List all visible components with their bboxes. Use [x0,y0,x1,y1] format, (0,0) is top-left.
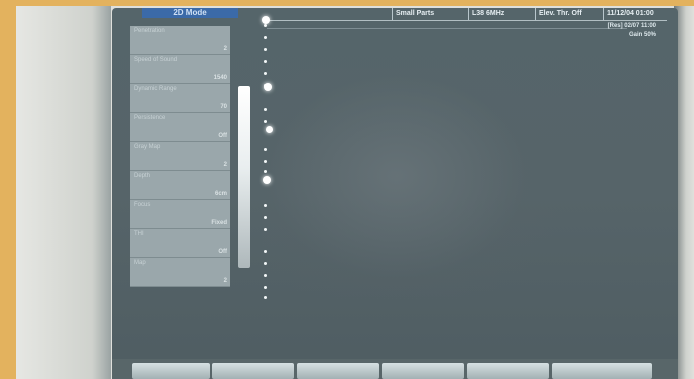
param-value: 6cm [214,191,227,197]
param-penetration[interactable]: Penetration 2 [130,26,230,55]
grayscale-bar [238,86,250,268]
softkey-button-3[interactable] [297,363,379,379]
depth-tick [264,160,267,163]
info-line-2: Gain 50% [628,32,656,38]
depth-tick [264,108,267,111]
softkey-button-1[interactable] [132,363,210,379]
focus-marker [266,126,273,133]
softkey-bar [112,359,678,379]
depth-tick [264,250,267,253]
depth-tick [264,170,267,173]
param-value: Fixed [211,220,227,226]
param-label: THI [134,231,144,237]
param-label: Gray Map [134,144,161,150]
param-value: 1540 [213,75,227,81]
monitor-bezel-shadow [16,6,111,379]
depth-tick [264,286,267,289]
info-line-1: [Res] 02/07 11:00 [607,23,656,29]
focus-marker [263,176,271,184]
param-map[interactable]: Map 2 [130,258,230,287]
param-value: 70 [220,104,227,110]
header-divider [267,20,667,21]
param-label: Depth [134,173,151,179]
param-gray-map[interactable]: Gray Map 2 [130,142,230,171]
depth-tick [264,48,267,51]
parameter-panel: Penetration 2 Speed of Sound 1540 Dynami… [130,26,230,287]
depth-tick [264,72,267,75]
param-thi[interactable]: THI Off [130,229,230,258]
ultrasound-screen: 2D Mode Small Parts L38 6MHz Elev. Thr. … [112,8,678,379]
depth-tick [264,228,267,231]
softkey-button-4[interactable] [382,363,464,379]
depth-tick [264,148,267,151]
elevation-label: Elev. Thr. Off [535,8,585,20]
param-value: Off [218,249,227,255]
focus-marker [264,83,272,91]
param-value: 2 [223,162,227,168]
depth-tick [264,120,267,123]
header-divider-faint [267,28,627,29]
depth-tick [264,60,267,63]
probe-label: L38 6MHz [468,8,507,20]
param-value: Off [218,133,227,139]
param-focus[interactable]: Focus Fixed [130,200,230,229]
depth-scale [262,18,272,299]
param-label: Focus [134,202,151,208]
datetime-label: 11/12/04 01:00 [603,8,657,20]
mode-tab[interactable]: 2D Mode [142,8,238,18]
depth-tick [264,274,267,277]
focus-marker [262,16,270,24]
depth-tick [264,216,267,219]
softkey-button-6[interactable] [552,363,652,379]
depth-tick [264,36,267,39]
param-dynamic-range[interactable]: Dynamic Range 70 [130,84,230,113]
param-label: Penetration [134,28,165,34]
depth-tick [264,24,267,27]
depth-tick [264,204,267,207]
param-label: Dynamic Range [134,86,177,92]
depth-tick [264,296,267,299]
screen-reflection [262,68,562,308]
softkey-button-5[interactable] [467,363,549,379]
depth-tick [264,262,267,265]
softkey-button-2[interactable] [212,363,294,379]
param-depth[interactable]: Depth 6cm [130,171,230,200]
param-value: 2 [223,46,227,52]
info-right-block: [Res] 02/07 11:00 Gain 50% [608,22,656,40]
param-value: 2 [223,278,227,284]
param-label: Speed of Sound [134,57,178,63]
param-speed-of-sound[interactable]: Speed of Sound 1540 [130,55,230,84]
param-label: Persistence [134,115,166,121]
param-label: Map [134,260,146,266]
param-persistence[interactable]: Persistence Off [130,113,230,142]
preset-label: Small Parts [392,8,437,20]
